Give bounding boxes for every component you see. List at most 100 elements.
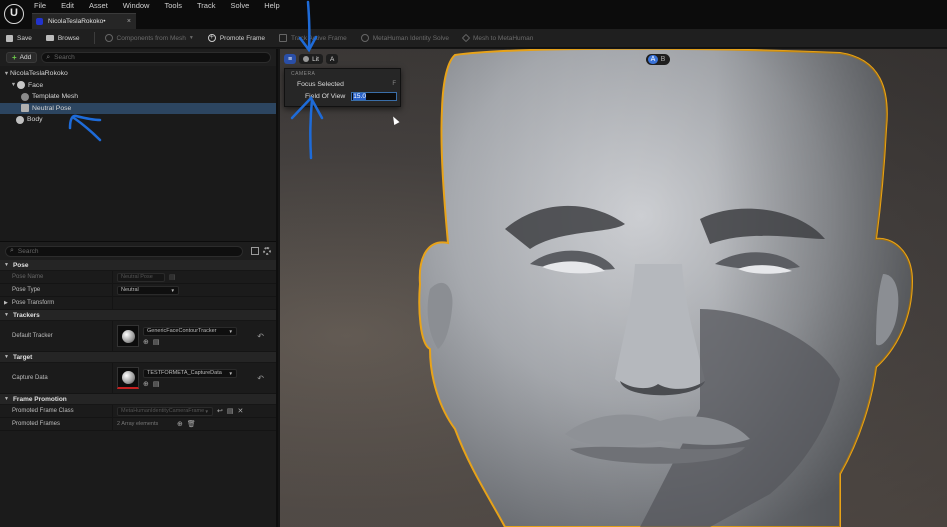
browse-button[interactable]: Browse xyxy=(45,34,80,42)
capture-data-dropdown[interactable]: TESTFORMETA_CaptureData ▼ xyxy=(143,368,237,378)
menu-tools[interactable]: Tools xyxy=(164,1,182,11)
view-a-button[interactable]: A xyxy=(325,54,339,64)
use-selected-icon[interactable]: ⊕ xyxy=(143,380,149,388)
reset-arrow-icon[interactable]: ↶ xyxy=(257,332,264,341)
property-value: Neutral ▼ xyxy=(112,284,276,296)
promote-frame-label: Promote Frame xyxy=(219,34,265,42)
browse-folder-icon[interactable]: ▤ xyxy=(153,338,160,346)
chevron-down-icon: ▼ xyxy=(204,408,209,414)
pose-type-dropdown[interactable]: Neutral ▼ xyxy=(117,285,179,295)
property-promoted-frames: Promoted Frames 2 Array elements ⊕ 🗑 xyxy=(0,418,276,431)
head-mesh-render xyxy=(418,49,914,527)
tree-item-neutral-pose[interactable]: Neutral Pose xyxy=(0,102,276,114)
tree-item-template-mesh[interactable]: Template Mesh xyxy=(0,91,276,103)
details-panel: ⌕ Search ▼ Pose Pose Name Neutral Pose ▤… xyxy=(0,241,276,527)
mesh-to-metahuman-button[interactable]: Mesh to MetaHuman xyxy=(461,33,533,43)
close-tab-icon[interactable]: × xyxy=(127,18,131,25)
menu-edit[interactable]: Edit xyxy=(61,1,74,11)
outliner-search-input[interactable]: ⌕ Search xyxy=(41,52,271,63)
promoted-frames-count: 2 Array elements xyxy=(117,421,159,427)
use-selected-icon[interactable]: ↩ xyxy=(217,407,223,415)
property-value: TESTFORMETA_CaptureData ▼ ⊕ ▤ ↶ xyxy=(112,363,276,393)
property-value: MetaHumanIdentityCameraFrame ▼ ↩ ▤ ✕ xyxy=(112,405,276,417)
property-value: GenericFaceContourTracker ▼ ⊕ ▤ ↶ xyxy=(112,321,276,351)
promote-frame-button[interactable]: + Promote Frame xyxy=(207,34,265,42)
browse-folder-icon[interactable]: ▤ xyxy=(227,407,234,415)
field-of-view-row: Field Of View 15.0 xyxy=(285,90,400,102)
plus-icon: + xyxy=(12,53,17,62)
save-button[interactable]: Save xyxy=(6,34,32,42)
menu-help[interactable]: Help xyxy=(264,1,279,11)
field-of-view-input[interactable]: 15.0 xyxy=(351,91,398,101)
pose-icon xyxy=(21,104,29,113)
browse-folder-icon[interactable]: ▤ xyxy=(153,380,160,388)
property-value xyxy=(112,297,276,309)
gear-icon[interactable] xyxy=(263,247,271,255)
menu-window[interactable]: Window xyxy=(123,1,150,11)
property-pose-type: Pose Type Neutral ▼ xyxy=(0,284,276,297)
browse-label: Browse xyxy=(57,34,80,42)
menu-asset[interactable]: Asset xyxy=(89,1,108,11)
tree-item-nicolateslarokoko[interactable]: ▼ NicolaTeslaRokoko xyxy=(0,68,276,80)
view-mode-button[interactable]: Lit xyxy=(299,54,323,64)
ab-view-toggle: A B xyxy=(646,54,670,65)
menu-file[interactable]: File xyxy=(34,1,46,11)
property-value: Neutral Pose ▤ xyxy=(112,271,276,283)
expand-arrow-icon[interactable]: ▼ xyxy=(10,82,17,88)
search-icon: ⌕ xyxy=(10,247,14,254)
main-toolbar: Save Browse Components from Mesh ▼ + Pro… xyxy=(0,29,947,48)
category-trackers[interactable]: ▼ Trackers xyxy=(0,310,276,321)
asset-thumbnail[interactable] xyxy=(117,325,139,347)
details-search-bar: ⌕ Search xyxy=(0,242,276,260)
focus-selected-label: Focus Selected xyxy=(297,80,344,88)
document-tab[interactable]: NicolaTeslaRokoko• × xyxy=(32,13,136,29)
menu-solve[interactable]: Solve xyxy=(230,1,249,11)
add-element-icon[interactable]: ⊕ xyxy=(177,420,183,428)
document-tab-title: NicolaTeslaRokoko• xyxy=(48,18,106,25)
grid-view-icon[interactable] xyxy=(251,247,259,255)
property-label: Promoted Frames xyxy=(12,421,61,427)
track-active-frame-button[interactable]: Track Active Frame xyxy=(279,34,347,42)
property-label: Default Tracker xyxy=(12,333,53,339)
ab-toggle-b[interactable]: B xyxy=(658,55,668,64)
promoted-frame-class-value: MetaHumanIdentityCameraFrame xyxy=(121,407,205,414)
camera-options-popup: CAMERA Focus Selected F Field Of View 15… xyxy=(284,68,401,107)
metahuman-identity-solve-button[interactable]: MetaHuman Identity Solve xyxy=(360,34,449,42)
default-tracker-value: GenericFaceContourTracker xyxy=(147,327,217,334)
menu-track[interactable]: Track xyxy=(197,1,215,11)
pose-name-field: Neutral Pose xyxy=(117,272,165,282)
ab-toggle-a[interactable]: A xyxy=(648,55,658,64)
mesh-icon xyxy=(461,33,471,43)
reset-arrow-icon[interactable]: ↶ xyxy=(257,374,264,383)
tree-item-label: Neutral Pose xyxy=(32,104,72,112)
pose-transform-label: Pose Transform xyxy=(11,300,55,306)
category-target[interactable]: ▼ Target xyxy=(0,352,276,363)
asset-thumbnail[interactable] xyxy=(117,367,139,389)
focus-selected-item[interactable]: Focus Selected F xyxy=(285,78,400,90)
viewport-toolbar: ≡ Lit A xyxy=(284,54,341,64)
tree-item-face[interactable]: ▼ Face xyxy=(0,80,276,92)
default-tracker-dropdown[interactable]: GenericFaceContourTracker ▼ xyxy=(143,326,237,336)
expand-arrow-icon[interactable]: ▼ xyxy=(3,71,10,77)
property-pose-transform[interactable]: ▶ Pose Transform xyxy=(0,297,276,310)
details-search-placeholder: Search xyxy=(17,247,39,255)
details-search-input[interactable]: ⌕ Search xyxy=(5,245,243,257)
use-selected-icon[interactable]: ⊕ xyxy=(143,338,149,346)
category-pose[interactable]: ▼ Pose xyxy=(0,260,276,271)
title-bar: U File Edit Asset Window Tools Track Sol… xyxy=(0,0,947,29)
collapse-arrow-icon: ▼ xyxy=(4,396,9,402)
components-from-mesh-button[interactable]: Components from Mesh ▼ xyxy=(104,34,194,42)
add-button[interactable]: + Add xyxy=(6,52,38,63)
promoted-frame-class-dropdown[interactable]: MetaHumanIdentityCameraFrame ▼ xyxy=(117,406,213,416)
category-frame-promotion[interactable]: ▼ Frame Promotion xyxy=(0,394,276,405)
unreal-logo-icon[interactable]: U xyxy=(4,4,24,24)
left-panel: + Add ⌕ Search ▼ NicolaTeslaRokoko ▼ Fac… xyxy=(0,49,278,527)
property-promoted-frame-class: Promoted Frame Class MetaHumanIdentityCa… xyxy=(0,405,276,418)
clear-icon[interactable]: ✕ xyxy=(238,407,244,415)
capture-data-value: TESTFORMETA_CaptureData xyxy=(147,369,222,376)
property-value: 2 Array elements ⊕ 🗑 xyxy=(112,418,276,430)
viewport-options-button[interactable]: ≡ xyxy=(284,54,297,64)
viewport[interactable]: ≡ Lit A A B CAMERA Focus Selected F Fiel… xyxy=(280,49,947,527)
tree-item-body[interactable]: Body xyxy=(0,114,276,126)
trash-icon[interactable]: 🗑 xyxy=(187,420,196,428)
